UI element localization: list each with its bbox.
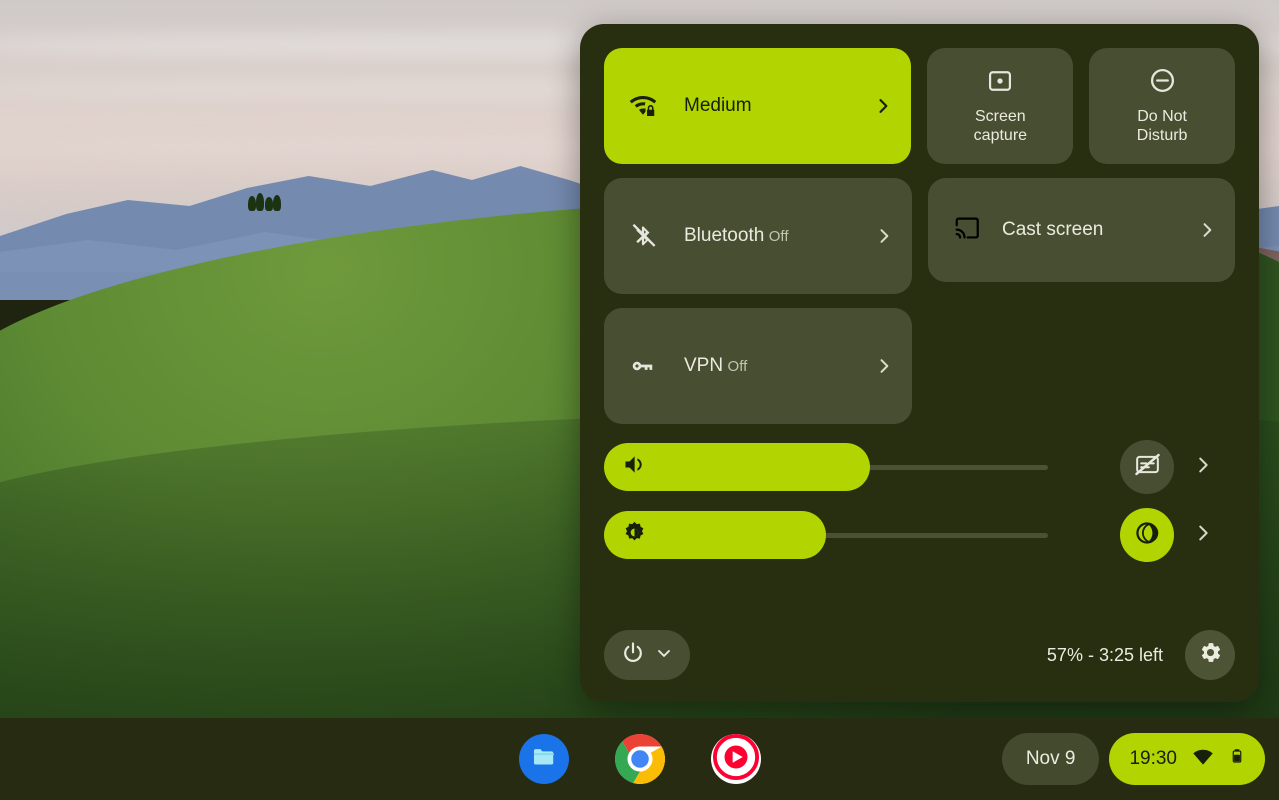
network-tile-text: Medium bbox=[660, 94, 867, 118]
shelf-app-files[interactable] bbox=[518, 734, 569, 784]
chevron-down-icon bbox=[654, 643, 674, 668]
volume-slider-fill bbox=[604, 443, 871, 491]
wifi-icon bbox=[1191, 745, 1215, 773]
cast-screen-tile[interactable]: Cast screen bbox=[928, 178, 1235, 282]
chevron-right-icon bbox=[1191, 220, 1217, 240]
screen-capture-tile-label: Screen capture bbox=[974, 108, 1027, 146]
bluetooth-tile-text: Bluetooth Off bbox=[660, 224, 868, 248]
vpn-tile-text: VPN Off bbox=[660, 354, 868, 378]
settings-button[interactable] bbox=[1185, 630, 1235, 680]
vpn-key-icon bbox=[626, 351, 660, 381]
brightness-slider-fill bbox=[604, 511, 826, 559]
brightness-slider-row bbox=[604, 506, 1235, 564]
folder-icon bbox=[530, 743, 558, 776]
brightness-icon bbox=[621, 519, 648, 551]
brightness-slider[interactable] bbox=[604, 511, 1048, 559]
screen-capture-label-line2: capture bbox=[973, 126, 1028, 144]
night-light-icon bbox=[1133, 519, 1161, 552]
quick-settings-row-1: Medium Screen capture Do Not Disturb bbox=[604, 48, 1235, 164]
power-button[interactable] bbox=[604, 630, 690, 680]
power-icon bbox=[620, 640, 646, 671]
vpn-tile[interactable]: VPN Off bbox=[604, 308, 912, 424]
quick-settings-row-2: Bluetooth Off VPN Off Cast screen bbox=[604, 178, 1235, 424]
shelf-app-youtube-music[interactable] bbox=[710, 734, 761, 784]
cast-icon bbox=[952, 214, 982, 247]
vpn-tile-subtitle: Off bbox=[727, 358, 748, 376]
do-not-disturb-tile-label: Do Not Disturb bbox=[1137, 108, 1188, 146]
do-not-disturb-icon bbox=[1148, 66, 1177, 100]
network-tile-label: Medium bbox=[684, 95, 752, 117]
dnd-label-line2: Disturb bbox=[1136, 127, 1188, 144]
chrome-icon bbox=[614, 734, 665, 784]
live-caption-toggle[interactable] bbox=[1120, 440, 1174, 494]
chevron-right-icon bbox=[868, 226, 894, 246]
wallpaper-trees bbox=[248, 192, 284, 211]
volume-settings-chevron[interactable] bbox=[1192, 454, 1214, 481]
gear-icon bbox=[1198, 640, 1223, 670]
screen-capture-icon bbox=[986, 67, 1014, 100]
volume-slider[interactable] bbox=[604, 443, 1048, 491]
shelf: Nov 9 19:30 bbox=[0, 718, 1279, 800]
shelf-time-label: 19:30 bbox=[1129, 748, 1177, 769]
shelf-app-chrome[interactable] bbox=[614, 734, 665, 784]
chevron-right-icon bbox=[1192, 522, 1214, 549]
vpn-tile-title: VPN bbox=[684, 355, 724, 377]
chevron-right-icon bbox=[867, 96, 893, 116]
quick-settings-panel: Medium Screen capture Do Not Disturb Blu… bbox=[580, 24, 1259, 702]
bluetooth-tile[interactable]: Bluetooth Off bbox=[604, 178, 912, 294]
bluetooth-tile-title: Bluetooth bbox=[684, 225, 765, 247]
desktop: Medium Screen capture Do Not Disturb Blu… bbox=[0, 0, 1279, 800]
chevron-right-icon bbox=[868, 356, 894, 376]
cast-screen-tile-label: Cast screen bbox=[1002, 219, 1104, 240]
display-settings-chevron[interactable] bbox=[1192, 522, 1214, 549]
live-caption-off-icon bbox=[1134, 451, 1161, 483]
bluetooth-tile-subtitle: Off bbox=[768, 228, 789, 246]
quick-settings-bottom-bar: 57% - 3:25 left bbox=[604, 630, 1235, 680]
shelf-date-pill[interactable]: Nov 9 bbox=[1001, 733, 1100, 785]
volume-slider-row bbox=[604, 438, 1235, 496]
dnd-label-line1: Do Not bbox=[1137, 108, 1187, 126]
shelf-app-list bbox=[518, 734, 761, 784]
shelf-date-label: Nov 9 bbox=[1025, 748, 1076, 769]
shelf-status-area: Nov 9 19:30 bbox=[1001, 733, 1265, 785]
do-not-disturb-tile[interactable]: Do Not Disturb bbox=[1089, 48, 1235, 164]
shelf-status-pill[interactable]: 19:30 bbox=[1109, 733, 1265, 785]
volume-up-icon bbox=[621, 451, 648, 483]
bluetooth-disabled-icon bbox=[626, 221, 660, 251]
screen-capture-tile[interactable]: Screen capture bbox=[927, 48, 1074, 164]
quick-settings-left-column: Bluetooth Off VPN Off bbox=[604, 178, 912, 424]
battery-icon bbox=[1229, 744, 1245, 774]
battery-status-label: 57% - 3:25 left bbox=[1046, 644, 1163, 665]
chevron-right-icon bbox=[1192, 454, 1214, 481]
network-tile[interactable]: Medium bbox=[604, 48, 912, 164]
youtube-music-icon bbox=[712, 734, 759, 784]
screen-capture-label-line1: Screen bbox=[975, 107, 1026, 125]
night-light-toggle[interactable] bbox=[1120, 508, 1174, 562]
wifi-locked-icon bbox=[626, 91, 660, 121]
